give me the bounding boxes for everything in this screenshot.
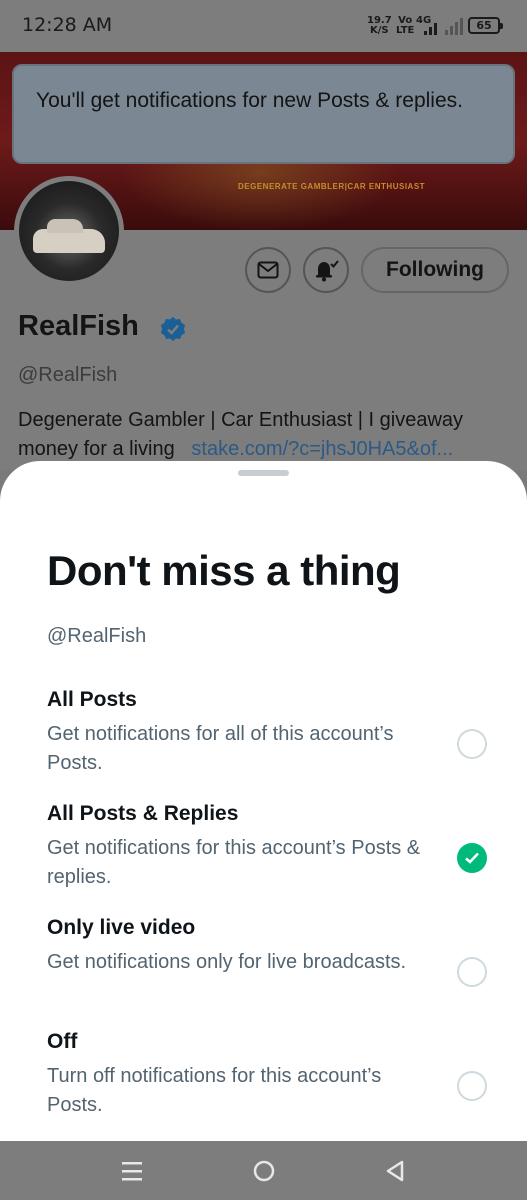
network-speed: 19.7 K/S xyxy=(367,15,392,36)
profile-handle: @RealFish xyxy=(18,364,118,386)
verified-badge-icon xyxy=(161,317,185,341)
option-all-posts[interactable]: All Posts Get notifications for all of t… xyxy=(47,687,487,778)
signal-icon-2 xyxy=(443,17,465,35)
notification-settings-sheet: Don't miss a thing @RealFish All Posts G… xyxy=(0,461,527,1141)
notifications-button[interactable] xyxy=(303,247,349,293)
sheet-subtitle: @RealFish xyxy=(47,625,147,647)
checkmark-icon xyxy=(465,852,479,864)
bell-check-icon xyxy=(316,260,339,282)
option-description: Get notifications for all of this accoun… xyxy=(47,723,394,774)
status-bar: 12:28 AM 19.7 K/S Vo LTE 4G 65 xyxy=(0,0,527,52)
following-button[interactable]: Following xyxy=(361,247,509,293)
profile-bio: Degenerate Gambler | Car Enthusiast | I … xyxy=(18,409,464,460)
display-name: RealFish xyxy=(18,310,139,342)
sheet-title: Don't miss a thing xyxy=(47,547,401,594)
volte-indicator: Vo LTE xyxy=(396,15,415,36)
option-off[interactable]: Off Turn off notifications for this acco… xyxy=(47,1029,487,1120)
option-description: Get notifications for this account’s Pos… xyxy=(47,837,421,888)
back-nav-icon[interactable] xyxy=(381,1157,409,1185)
avatar[interactable] xyxy=(14,176,124,286)
sheet-drag-handle[interactable] xyxy=(238,470,289,476)
notification-toast: You'll get notifications for new Posts &… xyxy=(12,64,515,164)
option-title: Off xyxy=(47,1030,78,1053)
option-title: All Posts & Replies xyxy=(47,802,239,825)
option-title: Only live video xyxy=(47,916,196,939)
mail-icon xyxy=(257,261,279,279)
message-button[interactable] xyxy=(245,247,291,293)
radio-button[interactable] xyxy=(457,729,487,759)
status-time: 12:28 AM xyxy=(22,14,113,36)
option-only-live-video[interactable]: Only live video Get notifications only f… xyxy=(47,915,487,987)
banner-tagline: DEGENERATE GAMBLER|CAR ENTHUSIAST xyxy=(238,182,426,191)
option-title: All Posts xyxy=(47,688,137,711)
radio-button-selected[interactable] xyxy=(457,843,487,873)
option-all-posts-replies[interactable]: All Posts & Replies Get notifications fo… xyxy=(47,801,487,892)
radio-button[interactable] xyxy=(457,957,487,987)
system-nav-bar xyxy=(0,1141,527,1200)
radio-button[interactable] xyxy=(457,1071,487,1101)
signal-icon xyxy=(420,17,442,35)
option-description: Get notifications only for live broadcas… xyxy=(47,951,407,973)
menu-nav-icon[interactable] xyxy=(118,1157,146,1185)
car-image xyxy=(33,219,105,253)
bio-link[interactable]: stake.com/?c=jhsJ0HA5&of... xyxy=(191,438,453,460)
battery-icon: 65 xyxy=(468,17,503,34)
option-description: Turn off notifications for this account’… xyxy=(47,1065,382,1116)
home-nav-icon[interactable] xyxy=(250,1157,278,1185)
